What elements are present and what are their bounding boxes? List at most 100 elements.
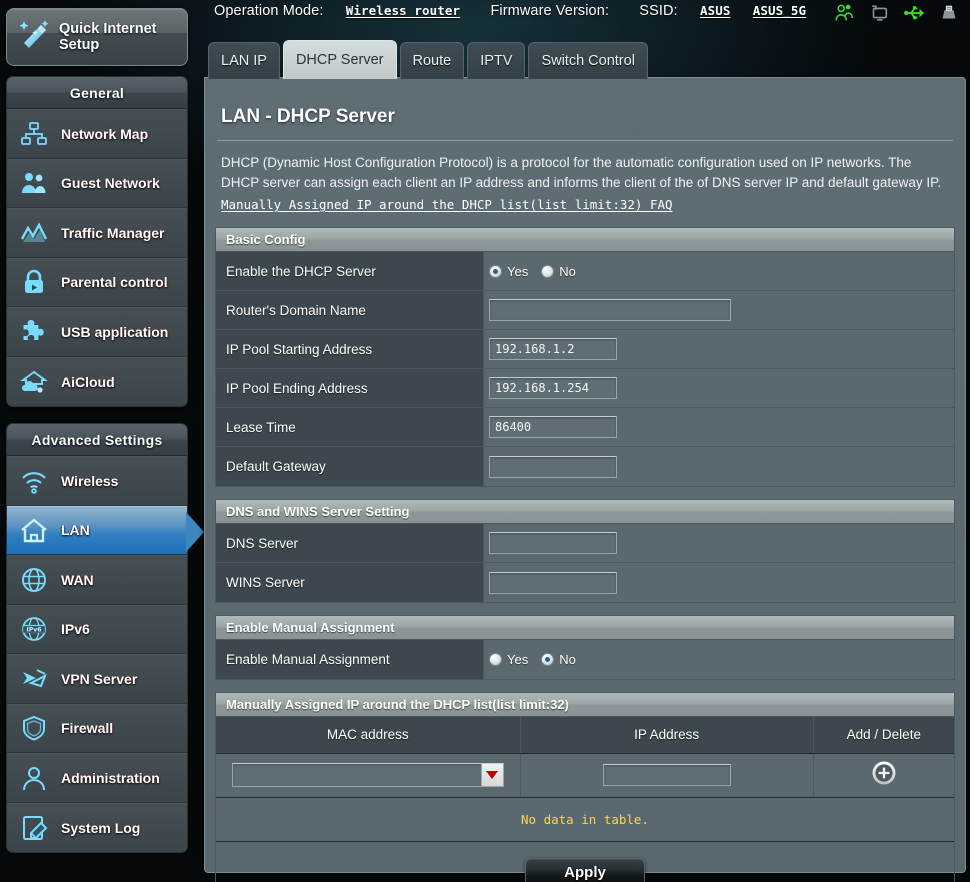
add-circle-icon[interactable] (871, 761, 897, 790)
sidebar-item-label: System Log (61, 819, 141, 836)
ip-pool-starting-address-input[interactable] (489, 338, 617, 360)
radio-label-manual-yes: Yes (507, 652, 529, 667)
radio-group-enable-dhcp: Yes No (489, 264, 576, 279)
sidebar-item-label: Wireless (61, 472, 119, 489)
ssid-value-5g[interactable]: ASUS_5G (753, 3, 806, 18)
faq-link[interactable]: Manually Assigned IP around the DHCP lis… (221, 195, 673, 215)
sidebar-item-network-map[interactable]: Network Map (7, 109, 187, 159)
network-map-icon (19, 119, 49, 149)
mac-address-dropdown[interactable] (231, 763, 504, 787)
value-dns-server (484, 524, 954, 562)
radio-dot-no-icon (541, 264, 555, 278)
manual-ip-table: MAC address IP Address Add / Delete No d… (216, 717, 954, 842)
tray-icon-group (833, 2, 960, 24)
sidebar-item-label: USB application (61, 323, 169, 340)
operation-mode-value[interactable]: Wireless router (346, 3, 460, 18)
description-text: DHCP (Dynamic Host Configuration Protoco… (221, 155, 942, 190)
traffic-manager-icon (19, 218, 49, 248)
usb-devices-icon[interactable] (868, 2, 890, 24)
section-header-dns-wins: DNS and WINS Server Setting (216, 500, 954, 524)
radio-dot-manual-no-icon (541, 653, 555, 666)
radio-group-enable-manual: Yes No (489, 652, 576, 667)
sidebar-item-wan[interactable]: WAN (7, 555, 187, 605)
sidebar-item-system-log[interactable]: System Log (7, 802, 187, 852)
tab-switch-control[interactable]: Switch Control (528, 42, 648, 79)
sidebar-item-parental-control[interactable]: Parental control (7, 257, 187, 307)
value-enable-dhcp-server: Yes No (484, 252, 954, 290)
sidebar-item-traffic-manager[interactable]: Traffic Manager (7, 208, 187, 258)
label-wins-server: WINS Server (216, 563, 484, 602)
radio-enable-dhcp-yes[interactable]: Yes (489, 264, 528, 279)
column-header-ip-address: IP Address (520, 717, 814, 754)
section-manual-ip-list: Manually Assigned IP around the DHCP lis… (215, 692, 955, 882)
sidebar-item-vpn-server[interactable]: VPN Server (7, 654, 187, 704)
tab-route[interactable]: Route (399, 42, 465, 79)
manual-ip-address-input[interactable] (602, 764, 731, 786)
firmware-version-label: Firmware Version: (490, 3, 610, 19)
status-text-group: Operation Mode: Wireless router Firmware… (214, 3, 806, 19)
sidebar-item-label: Administration (61, 769, 160, 786)
value-enable-manual-assignment: Yes No (484, 640, 954, 679)
sidebar-item-aicloud[interactable]: AiCloud (7, 356, 187, 406)
operation-mode-label: Operation Mode: (214, 3, 324, 19)
label-lease-time: Lease Time (216, 408, 484, 446)
section-header-basic-config: Basic Config (216, 228, 954, 252)
label-router-domain-name: Router's Domain Name (216, 291, 484, 329)
row-default-gateway: Default Gateway (216, 447, 954, 486)
sidebar-item-lan[interactable]: LAN (7, 505, 204, 555)
radio-label-yes: Yes (507, 263, 529, 279)
tab-iptv[interactable]: IPTV (467, 42, 526, 79)
dns-server-input[interactable] (489, 532, 617, 554)
section-header-manual-ip-list: Manually Assigned IP around the DHCP lis… (216, 693, 954, 717)
lease-time-input[interactable] (489, 416, 617, 438)
default-gateway-input[interactable] (489, 455, 617, 478)
wireless-icon (19, 466, 49, 496)
parental-control-icon (19, 267, 49, 297)
sidebar-item-label: Network Map (61, 125, 149, 142)
chevron-down-icon[interactable] (480, 764, 503, 786)
firewall-shield-icon (19, 713, 49, 743)
empty-table-message: No data in table. (216, 797, 954, 842)
radio-label-no: No (559, 263, 576, 279)
sidebar-item-ipv6[interactable]: IPv6 IPv6 (7, 604, 187, 654)
row-lease-time: Lease Time (216, 408, 954, 447)
radio-label-manual-no: No (559, 652, 576, 667)
ssid-label: SSID: (639, 3, 678, 19)
sidebar-item-administration[interactable]: Administration (7, 753, 187, 803)
sidebar-group-general: General Network Map Guest Network Traffi… (6, 76, 188, 407)
radio-enable-dhcp-no[interactable]: No (541, 264, 576, 279)
sidebar-item-firewall[interactable]: Firewall (7, 703, 187, 753)
tab-dhcp-server[interactable]: DHCP Server (282, 40, 397, 79)
ip-pool-ending-address-input[interactable] (489, 377, 617, 399)
radio-enable-manual-no[interactable]: No (541, 652, 576, 667)
radio-enable-manual-yes[interactable]: Yes (489, 652, 528, 667)
usb-icon[interactable] (903, 2, 925, 24)
value-default-gateway (484, 447, 954, 486)
ssid-value-2g[interactable]: ASUS (700, 3, 731, 18)
row-ip-pool-ending-address: IP Pool Ending Address (216, 369, 954, 408)
value-router-domain-name (484, 291, 954, 329)
sidebar-item-wireless[interactable]: Wireless (7, 456, 187, 506)
quick-internet-setup-button[interactable]: Quick Internet Setup (6, 8, 188, 66)
sidebar-item-usb-application[interactable]: USB application (7, 307, 187, 357)
sidebar-item-guest-network[interactable]: Guest Network (7, 158, 187, 208)
wan-globe-icon (19, 565, 49, 595)
row-ip-pool-starting-address: IP Pool Starting Address (216, 330, 954, 369)
table-input-row (216, 753, 954, 798)
tab-lan-ip[interactable]: LAN IP (208, 42, 280, 79)
printer-icon[interactable] (938, 2, 960, 24)
sidebar-item-label: Guest Network (61, 175, 160, 192)
apply-button[interactable]: Apply (525, 857, 645, 882)
wins-server-input[interactable] (489, 571, 617, 594)
system-log-icon (19, 813, 49, 843)
router-domain-name-input[interactable] (489, 299, 731, 321)
radio-dot-manual-yes-icon (489, 653, 502, 666)
row-enable-manual-assignment: Enable Manual Assignment Yes No (216, 640, 954, 679)
clients-icon[interactable] (833, 2, 855, 24)
sidebar-item-label: Parental control (61, 274, 168, 291)
cell-ip-address (520, 753, 814, 798)
row-router-domain-name: Router's Domain Name (216, 291, 954, 330)
magic-wand-icon (15, 17, 55, 57)
aicloud-icon (19, 367, 49, 397)
row-wins-server: WINS Server (216, 563, 954, 602)
